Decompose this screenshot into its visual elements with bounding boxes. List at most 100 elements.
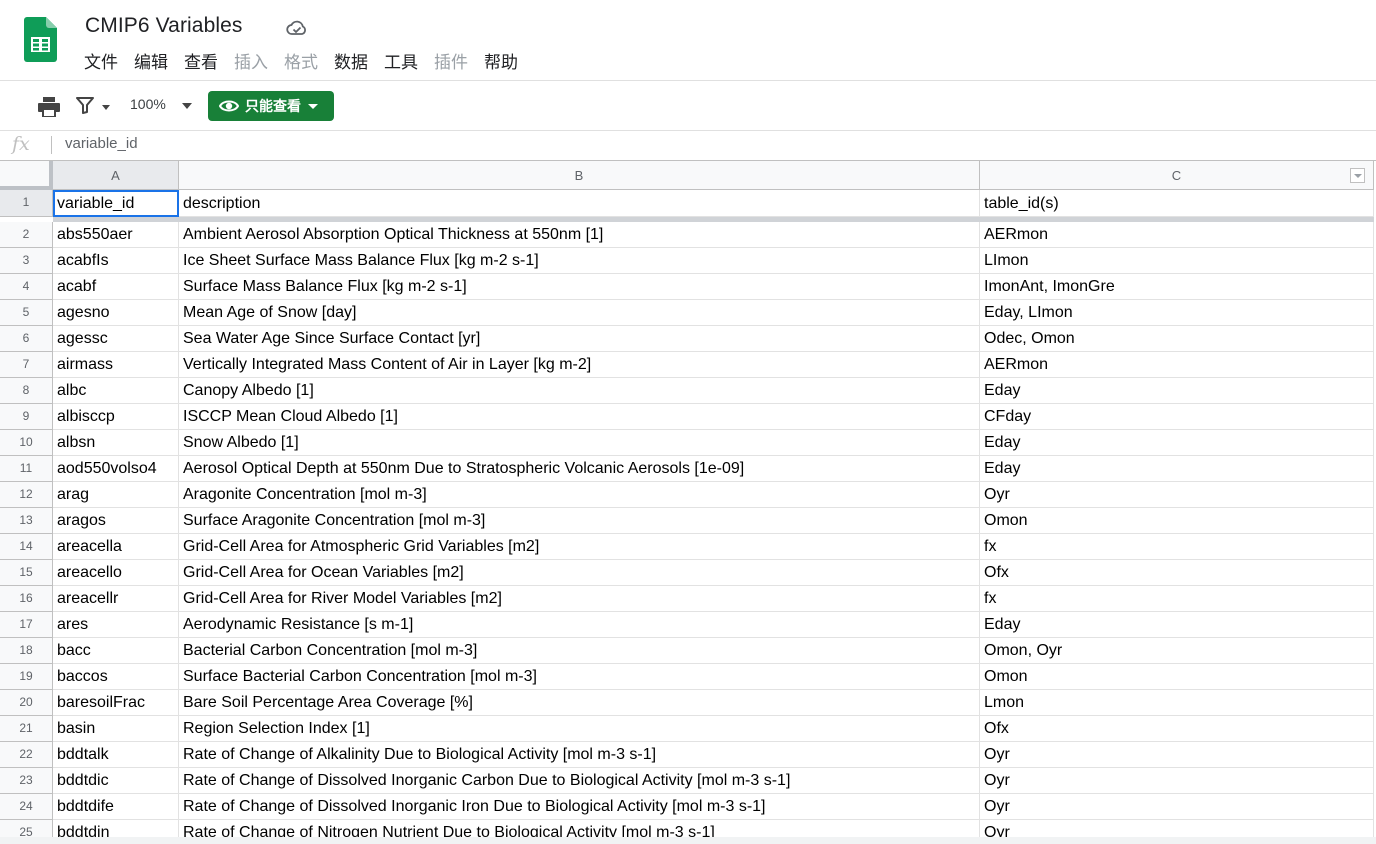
cell-description[interactable]: Grid-Cell Area for River Model Variables…: [179, 586, 980, 612]
cell-table-ids[interactable]: AERmon: [980, 352, 1374, 378]
cell-table-ids[interactable]: Ofx: [980, 716, 1374, 742]
menu-item[interactable]: 帮助: [476, 50, 526, 76]
cell-variable-id[interactable]: acabf: [53, 274, 179, 300]
row-header[interactable]: 4: [0, 274, 53, 300]
cell-table-ids[interactable]: Omon: [980, 508, 1374, 534]
menu-item[interactable]: 文件: [76, 50, 126, 76]
cell-description[interactable]: Ambient Aerosol Absorption Optical Thick…: [179, 222, 980, 248]
cell-description[interactable]: Bare Soil Percentage Area Coverage [%]: [179, 690, 980, 716]
row-header[interactable]: 12: [0, 482, 53, 508]
cell-description[interactable]: Surface Bacterial Carbon Concentration […: [179, 664, 980, 690]
row-header[interactable]: 20: [0, 690, 53, 716]
cell-variable-id[interactable]: albc: [53, 378, 179, 404]
cell-description[interactable]: Aerosol Optical Depth at 550nm Due to St…: [179, 456, 980, 482]
cell-table-ids[interactable]: fx: [980, 586, 1374, 612]
cell-variable-id[interactable]: areacella: [53, 534, 179, 560]
row-header[interactable]: 13: [0, 508, 53, 534]
sheets-logo-icon[interactable]: [24, 17, 57, 62]
column-header-b[interactable]: B: [179, 161, 980, 190]
cell-a1[interactable]: variable_id: [53, 190, 179, 217]
cell-table-ids[interactable]: Omon: [980, 664, 1374, 690]
horizontal-scrollbar[interactable]: [0, 837, 1376, 844]
row-header[interactable]: 14: [0, 534, 53, 560]
cloud-saved-icon[interactable]: [286, 18, 308, 38]
cell-variable-id[interactable]: bddtdife: [53, 794, 179, 820]
cell-description[interactable]: Vertically Integrated Mass Content of Ai…: [179, 352, 980, 378]
cell-table-ids[interactable]: Omon, Oyr: [980, 638, 1374, 664]
cell-description[interactable]: Rate of Change of Dissolved Inorganic Ir…: [179, 794, 980, 820]
cell-table-ids[interactable]: Odec, Omon: [980, 326, 1374, 352]
menu-item[interactable]: 工具: [376, 50, 426, 76]
cell-table-ids[interactable]: Oyr: [980, 482, 1374, 508]
row-header[interactable]: 11: [0, 456, 53, 482]
menu-item[interactable]: 格式: [276, 50, 326, 76]
document-title[interactable]: CMIP6 Variables: [85, 14, 243, 38]
cell-variable-id[interactable]: albsn: [53, 430, 179, 456]
cell-table-ids[interactable]: LImon: [980, 248, 1374, 274]
cell-table-ids[interactable]: ImonAnt, ImonGre: [980, 274, 1374, 300]
cell-variable-id[interactable]: basin: [53, 716, 179, 742]
cell-variable-id[interactable]: agesno: [53, 300, 179, 326]
cell-variable-id[interactable]: aod550volso4: [53, 456, 179, 482]
row-header[interactable]: 23: [0, 768, 53, 794]
row-header[interactable]: 19: [0, 664, 53, 690]
cell-variable-id[interactable]: acabfIs: [53, 248, 179, 274]
cell-description[interactable]: Sea Water Age Since Surface Contact [yr]: [179, 326, 980, 352]
cell-table-ids[interactable]: Eday, LImon: [980, 300, 1374, 326]
cell-variable-id[interactable]: areacello: [53, 560, 179, 586]
column-header-c[interactable]: C: [980, 161, 1374, 190]
row-header[interactable]: 24: [0, 794, 53, 820]
cell-table-ids[interactable]: Oyr: [980, 742, 1374, 768]
cell-variable-id[interactable]: baccos: [53, 664, 179, 690]
cell-table-ids[interactable]: Oyr: [980, 794, 1374, 820]
cell-description[interactable]: Ice Sheet Surface Mass Balance Flux [kg …: [179, 248, 980, 274]
row-header[interactable]: 6: [0, 326, 53, 352]
cell-description[interactable]: Canopy Albedo [1]: [179, 378, 980, 404]
cell-table-ids[interactable]: Lmon: [980, 690, 1374, 716]
cell-description[interactable]: Aerodynamic Resistance [s m-1]: [179, 612, 980, 638]
row-header[interactable]: 1: [0, 190, 53, 217]
row-header[interactable]: 10: [0, 430, 53, 456]
row-header[interactable]: 15: [0, 560, 53, 586]
cell-description[interactable]: Surface Mass Balance Flux [kg m-2 s-1]: [179, 274, 980, 300]
row-header[interactable]: 5: [0, 300, 53, 326]
column-header-a[interactable]: A: [53, 161, 179, 190]
row-header[interactable]: 8: [0, 378, 53, 404]
cell-variable-id[interactable]: baresoilFrac: [53, 690, 179, 716]
menu-item[interactable]: 查看: [176, 50, 226, 76]
cell-description[interactable]: Rate of Change of Alkalinity Due to Biol…: [179, 742, 980, 768]
row-header[interactable]: 21: [0, 716, 53, 742]
cell-table-ids[interactable]: Ofx: [980, 560, 1374, 586]
cell-table-ids[interactable]: Oyr: [980, 768, 1374, 794]
cell-b1[interactable]: description: [179, 190, 980, 217]
zoom-select[interactable]: 100%: [130, 96, 166, 112]
cell-variable-id[interactable]: abs550aer: [53, 222, 179, 248]
cell-variable-id[interactable]: bddtalk: [53, 742, 179, 768]
filter-icon[interactable]: [76, 97, 94, 114]
select-all-corner[interactable]: [0, 161, 53, 190]
cell-description[interactable]: Aragonite Concentration [mol m-3]: [179, 482, 980, 508]
cell-variable-id[interactable]: areacellr: [53, 586, 179, 612]
menu-item[interactable]: 插件: [426, 50, 476, 76]
row-header[interactable]: 7: [0, 352, 53, 378]
cell-variable-id[interactable]: aragos: [53, 508, 179, 534]
cell-description[interactable]: Grid-Cell Area for Ocean Variables [m2]: [179, 560, 980, 586]
row-header[interactable]: 18: [0, 638, 53, 664]
cell-variable-id[interactable]: albisccp: [53, 404, 179, 430]
view-only-button[interactable]: 只能查看: [208, 91, 334, 121]
cell-table-ids[interactable]: Eday: [980, 430, 1374, 456]
cell-table-ids[interactable]: fx: [980, 534, 1374, 560]
cell-description[interactable]: Bacterial Carbon Concentration [mol m-3]: [179, 638, 980, 664]
cell-variable-id[interactable]: airmass: [53, 352, 179, 378]
cell-description[interactable]: ISCCP Mean Cloud Albedo [1]: [179, 404, 980, 430]
cell-description[interactable]: Surface Aragonite Concentration [mol m-3…: [179, 508, 980, 534]
cell-variable-id[interactable]: bacc: [53, 638, 179, 664]
row-header[interactable]: 17: [0, 612, 53, 638]
menu-item[interactable]: 编辑: [126, 50, 176, 76]
menu-item[interactable]: 数据: [326, 50, 376, 76]
filter-dropdown-icon[interactable]: [1350, 168, 1365, 183]
row-header[interactable]: 22: [0, 742, 53, 768]
row-header[interactable]: 9: [0, 404, 53, 430]
row-header[interactable]: 16: [0, 586, 53, 612]
cell-table-ids[interactable]: Eday: [980, 378, 1374, 404]
